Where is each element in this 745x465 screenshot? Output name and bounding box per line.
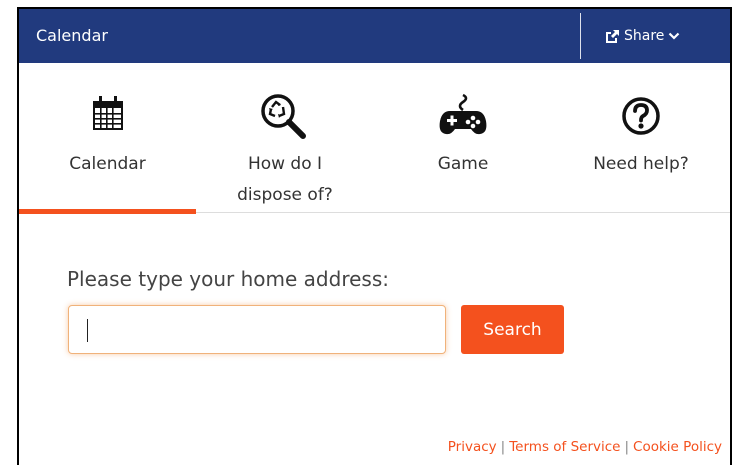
tab-how-to-dispose-label-line2: dispose of? xyxy=(237,185,333,205)
header-bar: Calendar Share xyxy=(19,9,730,63)
tab-calendar[interactable]: Calendar xyxy=(19,63,196,215)
calendar-icon xyxy=(92,95,124,135)
terms-of-service-link[interactable]: Terms of Service xyxy=(509,439,620,455)
address-input[interactable] xyxy=(68,305,446,354)
tab-how-to-dispose-label-line1: How do I xyxy=(247,154,323,174)
tab-need-help[interactable]: Need help? xyxy=(552,63,730,215)
tab-game-label: Game xyxy=(437,154,489,174)
footer-separator: | xyxy=(500,439,506,455)
share-label: Share xyxy=(624,28,665,44)
calendar-widget: Calendar Share Calendar How do I dispose… xyxy=(17,7,732,465)
gamepad-icon xyxy=(438,93,488,141)
tab-bar: Calendar How do I dispose of? Game Need … xyxy=(19,63,730,215)
cookie-policy-link[interactable]: Cookie Policy xyxy=(633,439,722,455)
tab-need-help-label: Need help? xyxy=(593,154,689,174)
question-circle-icon xyxy=(621,96,661,140)
search-button[interactable]: Search xyxy=(461,305,564,354)
tab-calendar-label: Calendar xyxy=(69,154,146,174)
recycle-search-icon xyxy=(258,93,312,145)
external-share-icon xyxy=(604,29,620,43)
footer-separator: | xyxy=(624,439,630,455)
share-button[interactable]: Share xyxy=(604,9,680,63)
header-title: Calendar xyxy=(36,26,108,45)
chevron-down-icon xyxy=(668,31,680,41)
active-tab-indicator xyxy=(19,209,196,214)
header-divider xyxy=(580,13,581,59)
tab-how-to-dispose[interactable]: How do I dispose of? xyxy=(196,63,374,215)
tab-game[interactable]: Game xyxy=(374,63,552,215)
footer-links: Privacy | Terms of Service | Cookie Policy xyxy=(448,439,722,455)
tab-bar-border xyxy=(196,212,730,213)
privacy-link[interactable]: Privacy xyxy=(448,439,497,455)
text-caret xyxy=(87,319,88,342)
address-prompt: Please type your home address: xyxy=(67,267,389,291)
